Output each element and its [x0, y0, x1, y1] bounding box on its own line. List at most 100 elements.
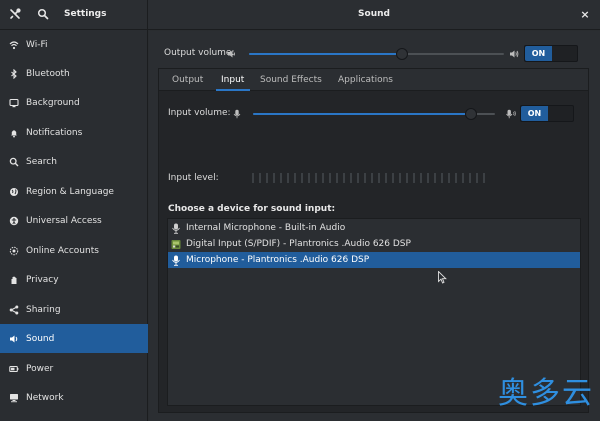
level-segment — [399, 173, 401, 183]
microphone-icon — [171, 223, 181, 234]
input-volume-fill — [253, 113, 471, 115]
universal-access-icon — [9, 216, 19, 226]
close-button[interactable]: × — [578, 8, 592, 22]
bluetooth-icon — [9, 68, 19, 79]
sidebar-item-power[interactable]: Power — [0, 354, 148, 383]
sidebar-item-label: Sharing — [26, 304, 61, 315]
level-segment — [413, 173, 415, 183]
level-segment — [259, 173, 261, 183]
mouse-pointer-icon — [438, 271, 447, 284]
level-segment — [266, 173, 268, 183]
wifi-icon — [9, 40, 19, 50]
settings-header: Settings — [0, 0, 148, 30]
input-volume-label: Input volume: — [168, 108, 231, 118]
sound-panel: Output volume: ON Output Input Sound Eff… — [149, 31, 600, 421]
tab-sound-effects[interactable]: Sound Effects — [260, 75, 322, 85]
sidebar-item-label: Power — [26, 363, 54, 374]
level-segment — [476, 173, 478, 183]
device-row[interactable]: Internal Microphone - Built-in Audio — [168, 220, 580, 236]
sidebar-item-label: Region & Language — [26, 186, 114, 197]
sidebar-item-label: Background — [26, 97, 80, 108]
input-level-meter — [252, 173, 485, 183]
output-volume-fill — [249, 53, 402, 55]
level-segment — [294, 173, 296, 183]
output-volume-slider[interactable] — [249, 48, 504, 60]
tab-input[interactable]: Input — [221, 75, 244, 85]
tab-applications[interactable]: Applications — [338, 75, 393, 85]
active-tab-indicator — [216, 89, 250, 91]
level-segment — [273, 173, 275, 183]
level-segment — [308, 173, 310, 183]
sidebar-item-background[interactable]: Background — [0, 88, 148, 117]
device-chooser-heading: Choose a device for sound input: — [168, 204, 336, 214]
globe-icon — [9, 187, 19, 197]
sidebar-item-notifications[interactable]: Notifications — [0, 118, 148, 147]
sidebar-item-bluetooth[interactable]: Bluetooth — [0, 59, 148, 88]
level-segment — [336, 173, 338, 183]
sidebar-item-region-language[interactable]: Region & Language — [0, 177, 148, 206]
output-switch-on-label: ON — [525, 46, 552, 61]
sidebar-item-label: Search — [26, 156, 57, 167]
settings-title: Settings — [64, 9, 107, 19]
input-volume-switch[interactable]: ON — [520, 105, 574, 122]
device-label: Internal Microphone - Built-in Audio — [186, 223, 346, 233]
sidebar-item-label: Online Accounts — [26, 245, 99, 256]
sidebar-item-label: Sound — [26, 333, 55, 344]
sidebar-item-label: Privacy — [26, 274, 59, 285]
sidebar-item-label: Wi-Fi — [26, 39, 48, 50]
level-segment — [420, 173, 422, 183]
sidebar-item-sharing[interactable]: Sharing — [0, 295, 148, 324]
input-volume-slider[interactable] — [253, 108, 495, 120]
sidebar-item-online-accounts[interactable]: Online Accounts — [0, 236, 148, 265]
sidebar-item-search[interactable]: Search — [0, 147, 148, 176]
network-icon — [9, 393, 19, 403]
level-segment — [392, 173, 394, 183]
microphone-high-icon — [506, 109, 516, 119]
input-switch-on-label: ON — [521, 106, 548, 121]
device-row-selected[interactable]: Microphone - Plantronics .Audio 626 DSP — [168, 252, 580, 268]
level-segment — [385, 173, 387, 183]
sidebar-item-wifi[interactable]: Wi-Fi — [0, 30, 148, 59]
sidebar-item-label: Network — [26, 392, 64, 403]
level-segment — [280, 173, 282, 183]
header-bar: Settings Sound × — [0, 0, 600, 30]
level-segment — [455, 173, 457, 183]
share-icon — [9, 305, 19, 315]
level-segment — [364, 173, 366, 183]
microphone-low-icon — [232, 109, 242, 119]
search-button[interactable] — [32, 4, 54, 26]
sidebar-item-label: Bluetooth — [26, 68, 70, 79]
input-volume-knob[interactable] — [465, 108, 477, 120]
device-row[interactable]: Digital Input (S/PDIF) - Plantronics .Au… — [168, 236, 580, 252]
device-label: Microphone - Plantronics .Audio 626 DSP — [186, 255, 370, 265]
digital-input-icon — [171, 239, 181, 250]
level-segment — [343, 173, 345, 183]
sound-notebook: Output Input Sound Effects Applications … — [158, 68, 589, 413]
level-segment — [441, 173, 443, 183]
power-icon — [9, 364, 19, 374]
input-level-label: Input level: — [168, 173, 219, 183]
speaker-high-icon — [509, 49, 519, 59]
sidebar: Wi-Fi Bluetooth Background Notifications… — [0, 30, 148, 421]
output-volume-knob[interactable] — [396, 48, 408, 60]
sidebar-item-universal-access[interactable]: Universal Access — [0, 206, 148, 235]
level-segment — [469, 173, 471, 183]
sidebar-item-network[interactable]: Network — [0, 383, 148, 412]
speaker-low-icon — [227, 49, 237, 59]
level-segment — [315, 173, 317, 183]
tools-button[interactable] — [4, 4, 26, 26]
panel-title: Sound — [358, 9, 390, 19]
tools-icon — [9, 7, 21, 23]
sidebar-item-label: Universal Access — [26, 215, 102, 226]
device-label: Digital Input (S/PDIF) - Plantronics .Au… — [186, 239, 411, 249]
output-volume-switch[interactable]: ON — [524, 45, 578, 62]
speaker-icon — [9, 334, 19, 344]
bell-icon — [9, 128, 19, 138]
level-segment — [427, 173, 429, 183]
level-segment — [252, 173, 254, 183]
sidebar-item-sound[interactable]: Sound — [0, 324, 148, 353]
level-segment — [357, 173, 359, 183]
tab-output[interactable]: Output — [172, 75, 203, 85]
search-icon — [37, 8, 49, 23]
sidebar-item-privacy[interactable]: Privacy — [0, 265, 148, 294]
